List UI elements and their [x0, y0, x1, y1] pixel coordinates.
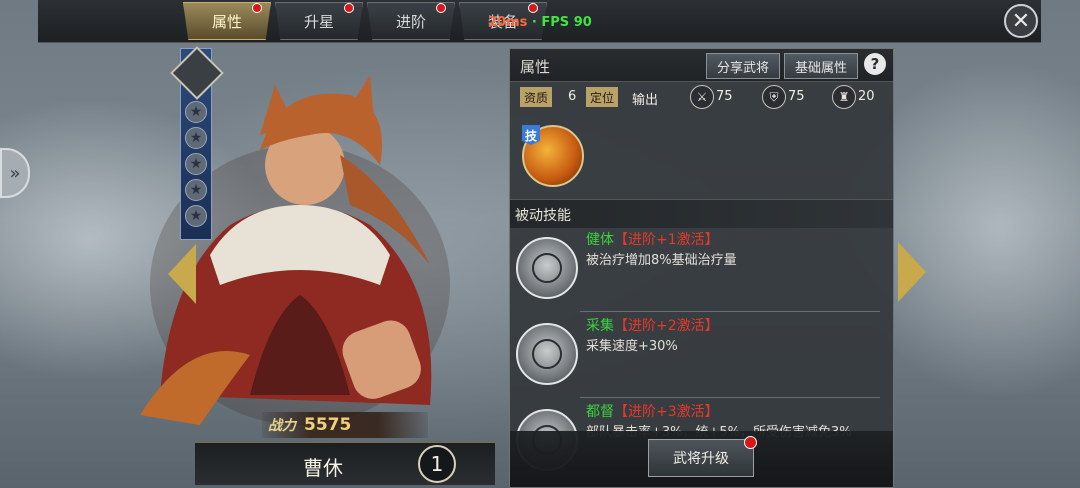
hero-name-bar: 曹休 1 — [195, 442, 495, 485]
close-icon: ✕ — [1011, 8, 1031, 34]
basic-attributes-button[interactable]: 基础属性 — [784, 53, 858, 79]
passive-skill-name: 都督 — [586, 404, 614, 420]
notification-dot — [528, 3, 538, 13]
combat-power-label: 战力 — [268, 418, 296, 434]
notification-dot — [252, 3, 262, 13]
siege-value: 20 — [858, 89, 875, 104]
passive-skills-title: 被动技能 — [515, 208, 571, 224]
hero-upgrade-button[interactable]: 武将升级 — [648, 436, 757, 477]
passive-name: 都督【进阶+3激活】 — [586, 401, 719, 421]
passive-unlock-condition: 【进阶+1激活】 — [614, 232, 719, 248]
notification-dot — [436, 3, 446, 13]
combat-power: 战力 5575 — [262, 412, 428, 438]
fps-overlay: 20ms · FPS 90 — [488, 15, 592, 30]
latency-text: 20ms — [488, 15, 528, 30]
attribute-panel: 属性 分享武将 基础属性 ? 资质 6 定位 输出 ⚔ 75 ⛨ 75 ♜ 20… — [509, 48, 894, 488]
quality-value: 6 — [568, 89, 577, 104]
hero-name: 曹休 — [303, 456, 343, 480]
tab-label: 升星 — [303, 12, 334, 31]
panel-title: 属性 — [520, 58, 551, 76]
prev-hero-arrow-icon[interactable] — [168, 244, 196, 304]
share-hero-button[interactable]: 分享武将 — [706, 53, 780, 79]
tab-attributes[interactable]: 属性 — [183, 2, 271, 40]
passive-unlock-condition: 【进阶+3激活】 — [614, 404, 719, 420]
role-value: 输出 — [632, 93, 659, 108]
passive-description: 采集速度+30% — [586, 339, 678, 354]
star-icon: ★ — [185, 127, 207, 149]
divider — [580, 397, 880, 398]
passive-skills-header: 被动技能 — [510, 199, 893, 228]
help-icon[interactable]: ? — [864, 53, 886, 75]
upgrade-button-label: 武将升级 — [673, 451, 729, 467]
role-tag: 定位 — [586, 87, 619, 107]
notification-dot — [744, 436, 757, 449]
tab-advance[interactable]: 进阶 — [367, 2, 455, 40]
tab-star-up[interactable]: 升星 — [275, 2, 363, 40]
upgrade-bar: 武将升级 — [510, 431, 893, 487]
quality-tag: 资质 — [520, 87, 553, 107]
passive-skill-name: 采集 — [586, 318, 614, 334]
passive-unlock-condition: 【进阶+2激活】 — [614, 318, 719, 334]
sword-icon: ⚔ — [690, 85, 714, 109]
attack-value: 75 — [716, 89, 733, 104]
fps-text: FPS 90 — [541, 15, 592, 30]
gather-icon — [516, 323, 578, 385]
panel-header: 属性 分享武将 基础属性 ? — [510, 49, 893, 82]
star-icon: ★ — [185, 101, 207, 123]
notification-dot — [344, 3, 354, 13]
skill-tag: 技 — [522, 125, 540, 145]
passive-skill-name: 健体 — [586, 232, 614, 248]
defense-value: 75 — [788, 89, 805, 104]
next-hero-arrow-icon[interactable] — [898, 242, 926, 302]
tab-label: 进阶 — [395, 12, 426, 31]
tab-label: 属性 — [211, 12, 242, 31]
star-icon: ★ — [185, 153, 207, 175]
double-chevron-right-icon: » — [9, 162, 21, 184]
helmet-icon: ⛨ — [762, 85, 786, 109]
stat-row: 资质 6 定位 输出 ⚔ 75 ⛨ 75 ♜ 20 — [520, 85, 890, 109]
hero-portrait — [140, 75, 450, 425]
separator: · — [531, 15, 537, 30]
divider — [580, 311, 880, 312]
star-icon: ★ — [185, 205, 207, 227]
star-icon: ★ — [185, 179, 207, 201]
passive-skill-item[interactable]: 健体【进阶+1激活】 被治疗增加8%基础治疗量 — [510, 229, 893, 313]
active-skill-icon[interactable]: 技 — [522, 125, 584, 187]
passive-name: 健体【进阶+1激活】 — [586, 229, 719, 249]
combat-power-value: 5575 — [304, 415, 352, 435]
hero-level: 1 — [418, 445, 456, 483]
passive-description: 被治疗增加8%基础治疗量 — [586, 253, 737, 268]
muscle-icon — [516, 237, 578, 299]
passive-name: 采集【进阶+2激活】 — [586, 315, 719, 335]
passive-skill-item[interactable]: 采集【进阶+2激活】 采集速度+30% — [510, 315, 893, 399]
castle-icon: ♜ — [832, 85, 856, 109]
close-button[interactable]: ✕ — [1004, 4, 1038, 38]
